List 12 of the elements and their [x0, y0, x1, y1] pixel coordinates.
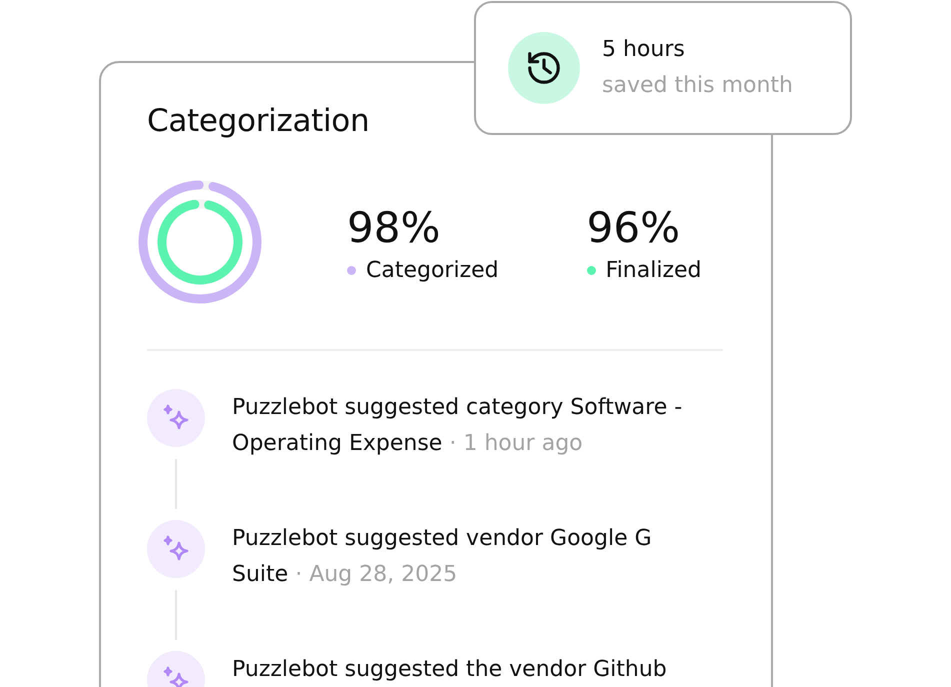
activity-text: Puzzlebot suggested category Software - Operating Expense · 1 hour ago	[232, 394, 684, 458]
history-icon	[525, 49, 563, 87]
stat-value: 98%	[347, 202, 440, 254]
card-title: Categorization	[147, 103, 370, 139]
stat-label: Finalized	[606, 258, 702, 282]
sparkle-icon	[161, 665, 191, 687]
activity-text: Puzzlebot suggested vendor Google G Suite · Aug 28, 2025	[232, 525, 653, 589]
savings-caption: saved this month	[602, 72, 793, 100]
stat-label: Categorized	[366, 258, 499, 282]
activity-text: Puzzlebot suggested the vendor Github	[232, 656, 667, 684]
savings-value: 5 hours	[602, 36, 686, 64]
stat-value: 96%	[586, 202, 680, 254]
